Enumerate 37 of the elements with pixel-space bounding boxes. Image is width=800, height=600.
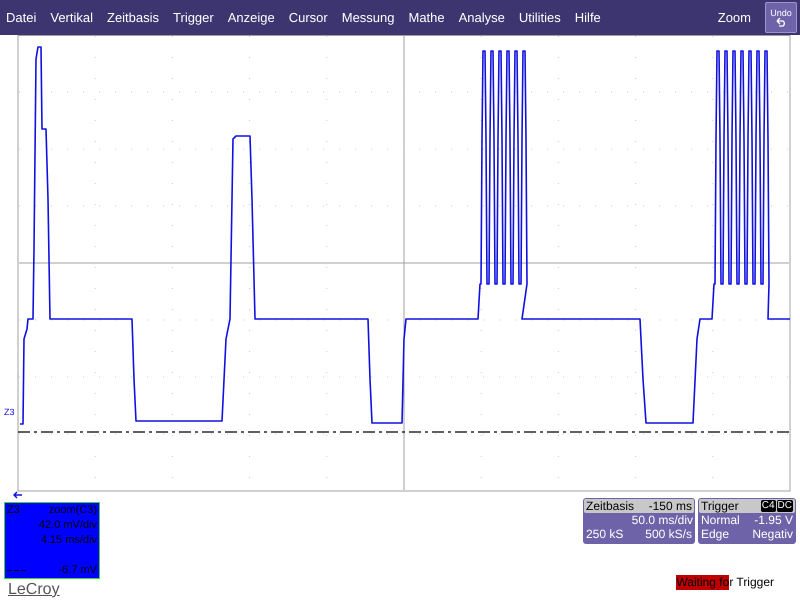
undo-button[interactable]: Undo [765,2,797,33]
channel-source: zoom(C3) [48,503,97,518]
undo-icon [775,18,787,27]
timebase-panel[interactable]: Zeitbasis -150 ms 50.0 ms/div 250 kS 500 kS/s [583,498,695,544]
trigger-panel[interactable]: Trigger C4 DC Normal -1.95 V Edge Negativ [698,498,796,544]
menu-item[interactable]: Anzeige [228,8,275,28]
menu-item[interactable]: Datei [6,8,36,28]
trigger-mode: Normal [701,513,740,527]
trigger-badge: DC [776,500,793,512]
channel-name: Z3 [7,503,20,518]
channel-offset: -6.7 mV [58,563,97,578]
timebase-delay: -150 ms [648,499,692,513]
lecroy-logo: LeCroy [8,580,60,600]
menu-item[interactable]: Zeitbasis [107,8,160,28]
time-per-division: 50.0 ms/div [632,513,694,527]
menu-item[interactable]: Utilities [518,8,561,28]
timebase-title: Zeitbasis [586,499,634,513]
trigger-type: Edge [701,527,730,541]
dashed-line-icon [7,569,27,572]
trigger-badge: C4 [760,500,776,512]
trigger-slope: Negativ [752,527,793,541]
menu-item[interactable]: Hilfe [574,8,601,28]
trigger-title: Trigger [701,499,739,513]
horizontal-scale: 4.15 ms/div [40,533,97,548]
menu-item[interactable]: Analyse [458,8,505,28]
menu-item[interactable]: Mathe [408,8,445,28]
sample-count: 250 kS [586,527,624,541]
menu-item[interactable]: Trigger [173,8,214,28]
menu-item[interactable]: Messung [342,8,394,28]
trigger-level: -1.95 V [754,513,793,527]
left-arrow-icon [13,491,23,499]
sample-rate: 500 kS/s [645,527,692,541]
menu-item[interactable]: Vertikal [50,8,93,28]
menu-item[interactable]: Cursor [288,8,328,28]
zoom-label: Zoom [718,8,751,27]
vertical-scale: 42.0 mV/div [38,518,97,533]
trace-label: Z3 [4,408,15,417]
